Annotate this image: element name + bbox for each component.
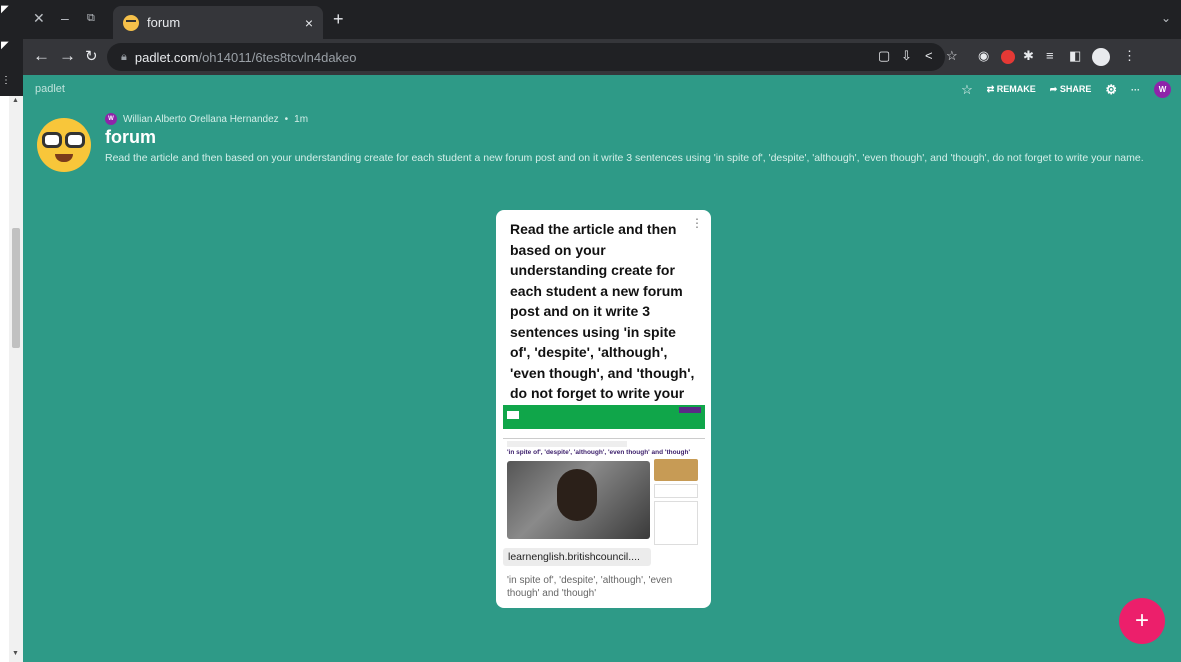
- post-time: 1m: [294, 113, 309, 125]
- install-app-icon[interactable]: ⇩: [901, 48, 912, 64]
- browser-toolbar: ← → ↻ 🔒︎ padlet.com/oh14011/6tes8tcvln4d…: [23, 39, 1181, 75]
- window-minimize-icon[interactable]: –: [61, 10, 69, 26]
- preview-sidebar: [654, 459, 701, 569]
- board-actions: ☆ ⇄ REMAKE ➦ SHARE ⚙ ··· W: [961, 81, 1171, 98]
- scroll-down-icon[interactable]: ▼: [12, 650, 19, 657]
- post-text: Read the article and then based on your …: [510, 221, 695, 422]
- board-description: Read the article and then based on your …: [105, 152, 1144, 164]
- reading-list-icon[interactable]: ≡: [1046, 48, 1054, 63]
- address-bar[interactable]: 🔒︎ padlet.com/oh14011/6tes8tcvln4dakeo: [107, 43, 945, 71]
- link-caption: 'in spite of', 'despite', 'although', 'e…: [507, 575, 673, 599]
- link-preview[interactable]: 'in spite of', 'despite', 'although', 'e…: [503, 405, 705, 570]
- extension-cat-icon[interactable]: ◉: [978, 48, 989, 64]
- extension-red-icon[interactable]: [1001, 50, 1015, 64]
- favorite-star-icon[interactable]: ☆: [961, 82, 973, 98]
- board-title: forum: [105, 127, 156, 147]
- author-avatar: W: [105, 113, 117, 125]
- window-close-icon[interactable]: ✕: [33, 10, 45, 27]
- reload-icon[interactable]: ↻: [85, 47, 98, 65]
- settings-gear-icon[interactable]: ⚙: [1105, 82, 1117, 98]
- tab-forum[interactable]: forum ×: [113, 6, 323, 39]
- preview-title: 'in spite of', 'despite', 'although', 'e…: [507, 449, 691, 456]
- post-card[interactable]: ⋮ Read the article and then based on you…: [496, 210, 711, 608]
- new-tab-icon[interactable]: +: [333, 9, 344, 30]
- background-window-edge: ◤ ◤ ⋮ ▲ ▼: [0, 0, 23, 662]
- author-name: Willian Alberto Orellana Hernandez: [123, 113, 279, 125]
- browser-chrome: ✕ – ⧉ forum × + ⌄ ← → ↻ 🔒︎ padlet.com/oh…: [23, 0, 1181, 75]
- scrollbar-thumb[interactable]: [12, 228, 20, 348]
- forward-icon[interactable]: →: [59, 46, 76, 66]
- url-path: /oh14011/6tes8tcvln4dakeo: [198, 49, 357, 65]
- back-icon[interactable]: ←: [33, 46, 50, 66]
- scroll-up-icon[interactable]: ▲: [12, 97, 19, 104]
- side-panel-icon[interactable]: ◧: [1069, 48, 1081, 64]
- lock-icon: 🔒︎: [121, 50, 127, 63]
- preview-photo: [507, 461, 650, 539]
- bookmark-star-icon[interactable]: ☆: [946, 48, 958, 64]
- tab-search-chevron-icon[interactable]: ⌄: [1161, 11, 1171, 25]
- extensions-puzzle-icon[interactable]: ✱: [1023, 48, 1034, 64]
- window-restore-icon[interactable]: ⧉: [87, 12, 95, 25]
- remake-button[interactable]: ⇄ REMAKE: [987, 84, 1036, 95]
- share-page-icon[interactable]: <: [925, 48, 933, 63]
- post-options-icon[interactable]: ⋮: [691, 216, 703, 230]
- profile-icon[interactable]: [1092, 48, 1110, 66]
- nerd-face-favicon-icon: [123, 14, 139, 31]
- padlet-topbar: padlet ☆ ⇄ REMAKE ➦ SHARE ⚙ ··· W: [23, 75, 1181, 105]
- tab-title: forum: [147, 15, 181, 30]
- tab-bar: ✕ – ⧉ forum × + ⌄: [23, 0, 1181, 39]
- clipboard-icon[interactable]: ▢: [878, 48, 890, 64]
- more-menu-button[interactable]: ···: [1131, 85, 1140, 95]
- browser-menu-icon[interactable]: ⋮: [1123, 48, 1136, 64]
- screen: ◤ ◤ ⋮ ▲ ▼ ✕ – ⧉ forum × + ⌄ ← → ↻ 🔒︎ pad…: [0, 0, 1181, 662]
- page-scrollbar[interactable]: [9, 96, 23, 662]
- add-post-button[interactable]: +: [1119, 598, 1165, 644]
- padlet-logo[interactable]: padlet: [35, 83, 65, 95]
- link-domain[interactable]: learnenglish.britishcouncil....: [503, 548, 651, 566]
- author-row: W Willian Alberto Orellana Hernandez • 1…: [105, 113, 308, 125]
- nerd-face-emoji-icon: [37, 118, 91, 172]
- share-button[interactable]: ➦ SHARE: [1050, 84, 1092, 95]
- tab-close-icon[interactable]: ×: [305, 15, 313, 31]
- user-avatar[interactable]: W: [1154, 81, 1171, 98]
- padlet-board: padlet ☆ ⇄ REMAKE ➦ SHARE ⚙ ··· W W Will…: [23, 75, 1181, 662]
- url-host: padlet.com: [134, 49, 199, 65]
